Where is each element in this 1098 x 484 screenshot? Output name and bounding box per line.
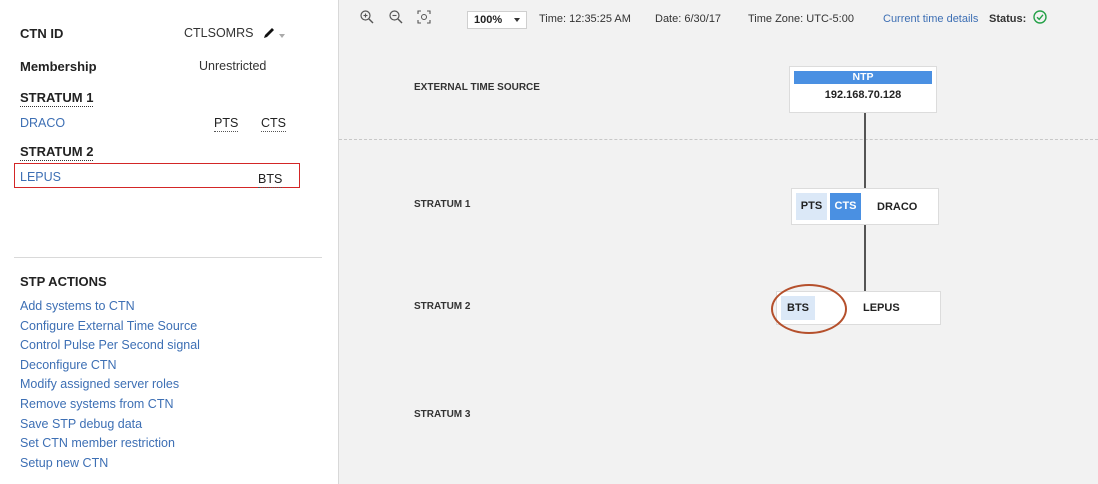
level-external-time-source: EXTERNAL TIME SOURCE: [414, 82, 540, 93]
highlight-circle: [771, 284, 847, 334]
action-save-debug-data[interactable]: Save STP debug data: [20, 415, 200, 435]
lepus-name: LEPUS: [863, 302, 900, 314]
topology-canvas: 100% Time: 12:35:25 AM Date: 6/30/17 Tim…: [339, 0, 1098, 484]
chevron-down-icon: [514, 18, 520, 22]
stratum1-heading: STRATUM 1: [20, 90, 94, 107]
action-set-member-restriction[interactable]: Set CTN member restriction: [20, 434, 200, 454]
draco-role-cts: CTS: [830, 193, 861, 220]
zoom-level-select[interactable]: 100%: [467, 11, 527, 29]
draco-node[interactable]: PTS CTS DRACO: [792, 189, 938, 224]
chevron-down-icon[interactable]: [279, 34, 285, 38]
level-stratum-1: STRATUM 1: [414, 199, 471, 210]
action-control-pps[interactable]: Control Pulse Per Second signal: [20, 336, 200, 356]
role-bts: BTS: [258, 172, 283, 188]
draco-name: DRACO: [877, 201, 918, 213]
date-display: Date: 6/30/17: [655, 13, 722, 25]
status-ok-icon: [1033, 10, 1047, 24]
fit-to-screen-icon[interactable]: [416, 9, 432, 25]
zoom-out-icon[interactable]: [388, 9, 404, 25]
divider: [14, 257, 322, 258]
current-time-details-link[interactable]: Current time details: [883, 13, 978, 25]
action-add-systems[interactable]: Add systems to CTN: [20, 297, 200, 317]
ctn-id-value: CTLSOMRS: [184, 26, 254, 40]
draco-role-pts: PTS: [796, 193, 827, 220]
level-stratum-3: STRATUM 3: [414, 409, 471, 420]
action-setup-new-ctn[interactable]: Setup new CTN: [20, 454, 200, 474]
stp-actions-list: Add systems to CTN Configure External Ti…: [20, 297, 200, 473]
membership-label: Membership: [20, 59, 97, 74]
sidebar-system-lepus[interactable]: LEPUS: [20, 170, 61, 184]
membership-value: Unrestricted: [199, 59, 267, 73]
level-separator: [339, 139, 1098, 140]
action-modify-roles[interactable]: Modify assigned server roles: [20, 375, 200, 395]
connector-ntp-draco: [864, 112, 866, 189]
connector-draco-lepus: [864, 224, 866, 292]
timezone-display: Time Zone: UTC-5:00: [748, 13, 854, 25]
ntp-header: NTP: [794, 71, 932, 84]
ctn-id-label: CTN ID: [20, 26, 64, 41]
stratum2-heading: STRATUM 2: [20, 144, 94, 161]
status-label: Status:: [989, 13, 1027, 25]
edit-pencil-icon[interactable]: [262, 26, 276, 40]
role-cts: CTS: [261, 116, 286, 132]
toolbar: 100% Time: 12:35:25 AM Date: 6/30/17 Tim…: [339, 0, 1098, 36]
level-stratum-2: STRATUM 2: [414, 301, 471, 312]
action-remove-systems[interactable]: Remove systems from CTN: [20, 395, 200, 415]
zoom-in-icon[interactable]: [359, 9, 375, 25]
action-deconfigure-ctn[interactable]: Deconfigure CTN: [20, 356, 200, 376]
time-display: Time: 12:35:25 AM: [539, 13, 631, 25]
role-pts: PTS: [214, 116, 239, 132]
sidebar-system-draco[interactable]: DRACO: [20, 116, 65, 130]
ntp-node[interactable]: NTP 192.168.70.128: [790, 67, 936, 112]
action-configure-external-time-source[interactable]: Configure External Time Source: [20, 317, 200, 337]
ntp-address: 192.168.70.128: [824, 89, 902, 101]
stp-actions-title: STP ACTIONS: [20, 274, 107, 289]
ctn-details-panel: CTN ID CTLSOMRS Membership Unrestricted …: [0, 0, 339, 484]
